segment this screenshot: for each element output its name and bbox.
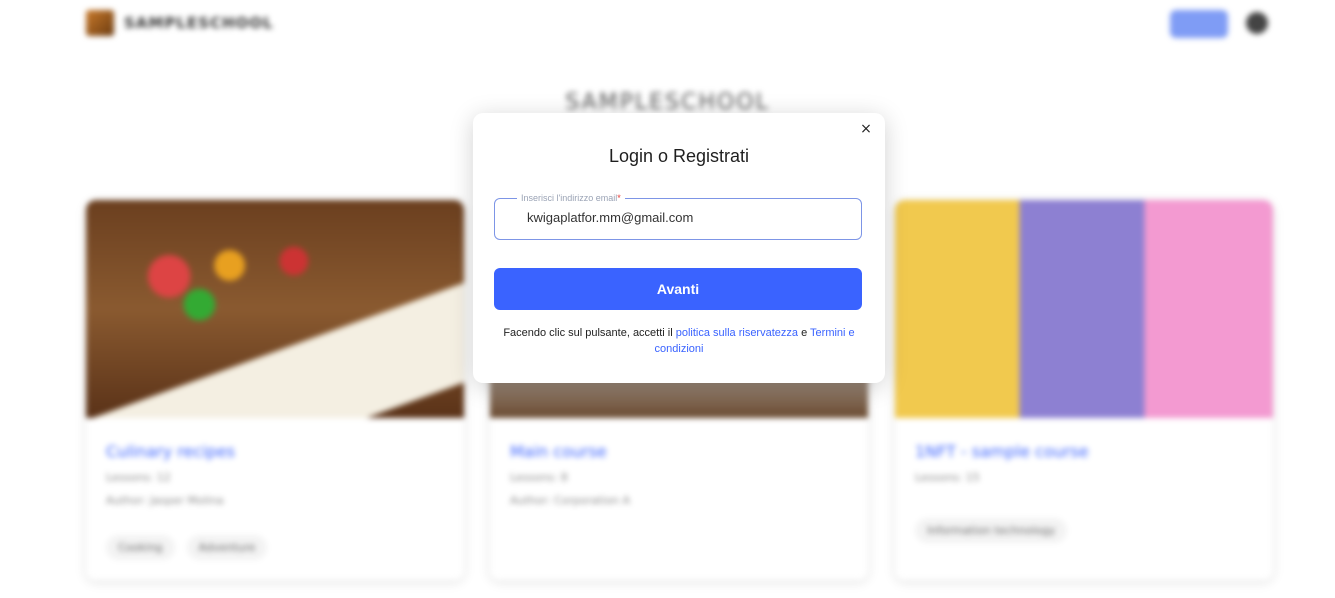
course-lessons: Lessons: 15 xyxy=(915,471,980,484)
email-input[interactable] xyxy=(527,210,847,225)
legal-notice: Facendo clic sul pulsante, accetti il po… xyxy=(497,325,861,357)
course-image xyxy=(895,200,1273,418)
school-logo[interactable]: SAMPLESCHOOL xyxy=(86,10,274,36)
header-login-button[interactable] xyxy=(1170,10,1228,38)
course-title[interactable]: 1NFT - sample course xyxy=(915,442,1253,461)
privacy-policy-link[interactable]: politica sulla riservatezza xyxy=(676,327,798,339)
course-tag: Cooking xyxy=(106,535,175,560)
course-tag: Information technology xyxy=(915,518,1068,543)
course-author: Author: Jasper Molina xyxy=(106,494,224,507)
logo-text: SAMPLESCHOOL xyxy=(124,14,274,32)
course-card[interactable]: Culinary recipes Lessons: 12 Author: Jas… xyxy=(86,200,464,580)
logo-icon xyxy=(86,10,114,36)
course-lessons: Lessons: 12 xyxy=(106,471,171,484)
modal-title: Login o Registrati xyxy=(608,146,750,166)
school-title: SAMPLESCHOOL xyxy=(565,90,770,115)
email-label: Inserisci l'indirizzo email* xyxy=(517,192,625,204)
course-tag: Adventure xyxy=(186,535,268,560)
legal-and: e xyxy=(798,327,811,339)
legal-prefix: Facendo clic sul pulsante, accetti il xyxy=(503,327,676,339)
language-globe-icon[interactable] xyxy=(1246,12,1268,34)
login-modal: × Login o Registrati Inserisci l'indiriz… xyxy=(473,113,885,383)
close-icon[interactable]: × xyxy=(859,122,873,136)
email-field[interactable]: Inserisci l'indirizzo email* xyxy=(494,192,862,240)
course-title[interactable]: Culinary recipes xyxy=(106,442,444,461)
course-author: Author: Corporation A xyxy=(510,494,631,507)
course-card[interactable]: 1NFT - sample course Lessons: 15 Informa… xyxy=(895,200,1273,580)
course-lessons: Lessons: 8 xyxy=(510,471,568,484)
course-image xyxy=(86,200,464,418)
course-title[interactable]: Main course xyxy=(510,442,848,461)
required-mark: * xyxy=(617,193,621,203)
next-button[interactable]: Avanti xyxy=(494,268,862,310)
